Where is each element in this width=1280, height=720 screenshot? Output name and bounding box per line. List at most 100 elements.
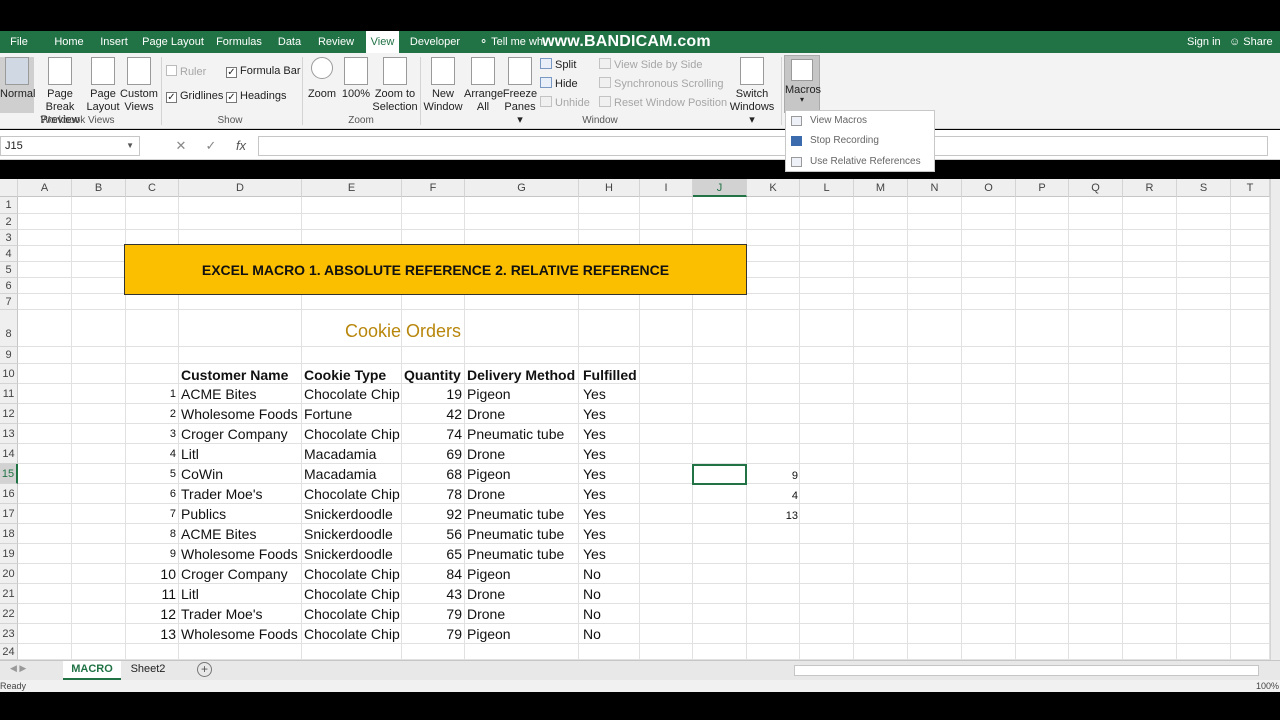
- table-title[interactable]: Cookie Orders: [345, 321, 461, 342]
- cookie-type-cell[interactable]: Chocolate Chip: [304, 585, 400, 603]
- column-header-g[interactable]: G: [465, 179, 579, 197]
- cookie-type-cell[interactable]: Chocolate Chip: [304, 605, 400, 623]
- row-index[interactable]: 11: [128, 585, 176, 603]
- cookie-type-cell[interactable]: Chocolate Chip: [304, 425, 400, 443]
- customer-name-cell[interactable]: Wholesome Foods: [181, 405, 298, 423]
- column-header-b[interactable]: B: [72, 179, 126, 197]
- row-header-1[interactable]: 1: [0, 197, 18, 214]
- fulfilled-cell[interactable]: No: [583, 565, 601, 583]
- fulfilled-cell[interactable]: Yes: [583, 485, 606, 503]
- column-header-m[interactable]: M: [854, 179, 908, 197]
- tab-page-layout[interactable]: Page Layout: [140, 31, 206, 53]
- row-index[interactable]: 13: [128, 625, 176, 643]
- headings-checkbox[interactable]: ✓ Headings: [226, 90, 286, 103]
- row-index[interactable]: 4: [128, 445, 176, 463]
- tab-developer[interactable]: Developer: [408, 31, 462, 53]
- header-customer-name[interactable]: Customer Name: [181, 366, 288, 384]
- row-index[interactable]: 7: [128, 505, 176, 523]
- column-header-i[interactable]: I: [640, 179, 693, 197]
- fulfilled-cell[interactable]: Yes: [583, 425, 606, 443]
- share-button[interactable]: ☺ Share: [1229, 31, 1273, 53]
- customer-name-cell[interactable]: Publics: [181, 505, 226, 523]
- sheet-tab-sheet2[interactable]: Sheet2: [124, 661, 172, 680]
- fulfilled-cell[interactable]: Yes: [583, 385, 606, 403]
- delivery-method-cell[interactable]: Pneumatic tube: [467, 545, 564, 563]
- horizontal-scrollbar[interactable]: [794, 665, 1259, 676]
- column-header-k[interactable]: K: [747, 179, 800, 197]
- zoom-button[interactable]: Zoom: [306, 57, 338, 101]
- delivery-method-cell[interactable]: Pigeon: [467, 385, 511, 403]
- header-fulfilled[interactable]: Fulfilled: [583, 366, 637, 384]
- row-header-18[interactable]: 18: [0, 524, 18, 544]
- gridlines-checkbox[interactable]: ✓ Gridlines: [166, 90, 223, 103]
- menu-item-view-macros[interactable]: View Macros: [786, 111, 934, 131]
- column-header-s[interactable]: S: [1177, 179, 1231, 197]
- quantity-cell[interactable]: 74: [404, 425, 462, 443]
- cookie-type-cell[interactable]: Chocolate Chip: [304, 625, 400, 643]
- row-header-15[interactable]: 15: [0, 464, 18, 484]
- row-header-24[interactable]: 24: [0, 644, 18, 660]
- freeze-panes-button[interactable]: Freeze Panes ▾: [502, 57, 538, 127]
- row-index[interactable]: 2: [128, 405, 176, 423]
- column-header-n[interactable]: N: [908, 179, 962, 197]
- menu-item-use-relative-references[interactable]: Use Relative References: [786, 152, 934, 172]
- delivery-method-cell[interactable]: Pigeon: [467, 625, 511, 643]
- new-window-button[interactable]: New Window: [422, 57, 464, 114]
- split-button[interactable]: Split: [540, 58, 576, 71]
- fulfilled-cell[interactable]: Yes: [583, 405, 606, 423]
- row-header-22[interactable]: 22: [0, 604, 18, 624]
- selected-cell-j15[interactable]: [692, 464, 747, 485]
- column-header-f[interactable]: F: [402, 179, 465, 197]
- row-header-3[interactable]: 3: [0, 230, 18, 246]
- insert-function-icon[interactable]: fx: [226, 136, 256, 156]
- enter-check-icon[interactable]: ✓: [196, 136, 226, 156]
- row-header-11[interactable]: 11: [0, 384, 18, 404]
- customer-name-cell[interactable]: Wholesome Foods: [181, 625, 298, 643]
- row-header-13[interactable]: 13: [0, 424, 18, 444]
- cookie-type-cell[interactable]: Snickerdoodle: [304, 545, 393, 563]
- row-header-14[interactable]: 14: [0, 444, 18, 464]
- header-delivery-method[interactable]: Delivery Method: [467, 366, 575, 384]
- row-header-7[interactable]: 7: [0, 294, 18, 310]
- custom-views-button[interactable]: Custom Views: [120, 57, 158, 114]
- column-header-e[interactable]: E: [302, 179, 402, 197]
- customer-name-cell[interactable]: Trader Moe's: [181, 605, 263, 623]
- cookie-type-cell[interactable]: Macadamia: [304, 465, 376, 483]
- row-index[interactable]: 1: [128, 385, 176, 403]
- customer-name-cell[interactable]: Croger Company: [181, 425, 288, 443]
- sheet-tab-macro[interactable]: MACRO: [63, 661, 121, 680]
- column-header-l[interactable]: L: [800, 179, 854, 197]
- row-header-10[interactable]: 10: [0, 364, 18, 384]
- row-header-19[interactable]: 19: [0, 544, 18, 564]
- arrange-all-button[interactable]: Arrange All: [464, 57, 503, 114]
- tab-data[interactable]: Data: [273, 31, 306, 53]
- quantity-cell[interactable]: 79: [404, 625, 462, 643]
- zoom-level[interactable]: 100%: [1256, 681, 1279, 691]
- row-header-6[interactable]: 6: [0, 278, 18, 294]
- quantity-cell[interactable]: 92: [404, 505, 462, 523]
- row-header-23[interactable]: 23: [0, 624, 18, 644]
- customer-name-cell[interactable]: Litl: [181, 445, 199, 463]
- hide-button[interactable]: Hide: [540, 77, 578, 90]
- tab-review[interactable]: Review: [315, 31, 357, 53]
- zoom-100-button[interactable]: 100%: [340, 57, 372, 101]
- switch-windows-button[interactable]: Switch Windows ▾: [726, 57, 778, 127]
- cookie-type-cell[interactable]: Chocolate Chip: [304, 485, 400, 503]
- customer-name-cell[interactable]: Trader Moe's: [181, 485, 263, 503]
- cookie-type-cell[interactable]: Chocolate Chip: [304, 565, 400, 583]
- fulfilled-cell[interactable]: Yes: [583, 445, 606, 463]
- cookie-type-cell[interactable]: Fortune: [304, 405, 352, 423]
- fulfilled-cell[interactable]: Yes: [583, 545, 606, 563]
- delivery-method-cell[interactable]: Drone: [467, 605, 505, 623]
- row-header-12[interactable]: 12: [0, 404, 18, 424]
- column-header-d[interactable]: D: [179, 179, 302, 197]
- delivery-method-cell[interactable]: Pigeon: [467, 565, 511, 583]
- delivery-method-cell[interactable]: Drone: [467, 405, 505, 423]
- add-sheet-icon[interactable]: +: [197, 662, 212, 677]
- customer-name-cell[interactable]: ACME Bites: [181, 385, 256, 403]
- row-header-16[interactable]: 16: [0, 484, 18, 504]
- tab-insert[interactable]: Insert: [97, 31, 131, 53]
- quantity-cell[interactable]: 42: [404, 405, 462, 423]
- header-quantity[interactable]: Quantity: [404, 366, 461, 384]
- column-header-t[interactable]: T: [1231, 179, 1270, 197]
